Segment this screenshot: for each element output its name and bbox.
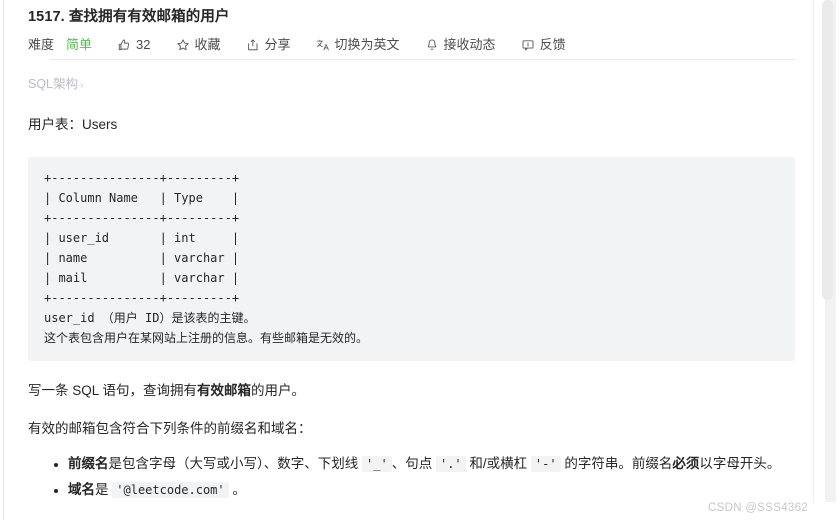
rule-2-lead: 域名: [68, 482, 95, 497]
rule-1-code-dot: '.': [435, 456, 466, 472]
code-line: | Column Name | Type |: [44, 191, 240, 205]
share-icon: [246, 38, 260, 52]
chevron-right-icon: ›: [80, 80, 84, 91]
rule-1-text-d: 的字符串。前缀名: [560, 456, 673, 471]
code-line: | name | varchar |: [44, 251, 240, 265]
vertical-scrollbar-track[interactable]: [822, 0, 836, 502]
watermark: CSDN @SSS4362: [708, 502, 808, 514]
schema-note-line-2: 这个表包含用户在某网站上注册的信息。有些邮箱是无效的。: [44, 331, 369, 345]
schema-note-line-1: user_id （用户 ID）是该表的主键。: [44, 311, 256, 325]
bell-icon: [425, 38, 439, 52]
notify-label: 接收动态: [443, 37, 496, 52]
comment-icon: [521, 38, 535, 52]
rule-2-code-domain: '@leetcode.com': [112, 482, 229, 498]
table-heading-label: 用户表：: [28, 117, 82, 132]
content-right-edge: [813, 0, 814, 502]
feedback-label: 反馈: [539, 37, 566, 52]
schema-code-block: +---------------+---------+ | Column Nam…: [28, 157, 795, 361]
rule-1-bold-tail: 必须: [672, 456, 700, 471]
list-item: 前缀名是包含字母（大写或小写）、数字、下划线 '_'、句点 '.' 和/或横杠 …: [68, 453, 812, 475]
rule-1-lead: 前缀名: [68, 456, 109, 471]
difficulty-label: 难度: [28, 37, 55, 52]
code-line: | mail | varchar |: [44, 271, 240, 285]
share-button[interactable]: 分享: [246, 36, 291, 54]
translate-icon: [316, 38, 330, 52]
vertical-scrollbar-thumb[interactable]: [822, 0, 833, 300]
table-name-value: Users: [82, 117, 118, 132]
problem-body: SQL架构 › 用户表：Users +---------------+------…: [4, 75, 812, 520]
favorite-label: 收藏: [194, 37, 221, 52]
star-icon: [176, 38, 190, 52]
prompt-paragraph: 写一条 SQL 语句，查询拥有有效邮箱的用户。: [28, 380, 812, 401]
thumbs-up-icon: [117, 38, 131, 52]
rules-list: 前缀名是包含字母（大写或小写）、数字、下划线 '_'、句点 '.' 和/或横杠 …: [28, 453, 812, 501]
prompt-post-text: 的用户。: [251, 383, 306, 398]
prompt-pre-text: 写一条 SQL 语句，查询拥有: [28, 383, 198, 398]
difficulty-value: 简单: [66, 37, 93, 52]
like-count: 32: [136, 37, 151, 52]
header-divider: [50, 59, 795, 60]
difficulty-indicator: 难度 简单: [28, 36, 92, 54]
rule-2-text-b: 。: [228, 482, 246, 497]
sql-schema-label: SQL架构: [28, 77, 79, 91]
favorite-button[interactable]: 收藏: [176, 36, 221, 54]
notify-button[interactable]: 接收动态: [425, 36, 496, 54]
code-line: +---------------+---------+: [44, 171, 240, 185]
rule-1-text-c: 和/或横杠: [465, 456, 531, 471]
rule-1-text-a: 是包含字母（大写或小写）、数字、下划线: [108, 456, 363, 471]
table-heading: 用户表：Users: [28, 115, 812, 135]
code-line: | user_id | int |: [44, 231, 240, 245]
page-title: 1517. 查找拥有有效邮箱的用户: [28, 9, 230, 25]
condition-intro: 有效的邮箱包含符合下列条件的前缀名和域名：: [28, 421, 312, 436]
problem-content: 1517. 查找拥有有效邮箱的用户 难度 简单 32 收藏 分享 切换为英文 接…: [4, 0, 812, 520]
like-button[interactable]: 32: [117, 36, 151, 54]
translate-label: 切换为英文: [334, 37, 400, 52]
translate-button[interactable]: 切换为英文: [316, 36, 400, 54]
code-line: +---------------+---------+: [44, 291, 240, 305]
rule-1-code-dash: '-': [530, 456, 561, 472]
feedback-button[interactable]: 反馈: [521, 36, 566, 54]
list-item: 域名是 '@leetcode.com' 。: [68, 479, 812, 501]
problem-toolbar: 难度 简单 32 收藏 分享 切换为英文 接收动态 反馈: [4, 27, 812, 54]
rule-1-text-b: 、句点: [391, 456, 436, 471]
problem-page: 1517. 查找拥有有效邮箱的用户 难度 简单 32 收藏 分享 切换为英文 接…: [0, 0, 839, 520]
sql-schema-link[interactable]: SQL架构 ›: [28, 75, 812, 95]
prompt-bold-text: 有效邮箱: [197, 383, 252, 398]
rule-1-text-e: 以字母开头。: [699, 456, 781, 471]
share-label: 分享: [264, 37, 291, 52]
code-line: +---------------+---------+: [44, 211, 240, 225]
rule-1-code-underscore: '_': [362, 456, 392, 472]
rule-2-text-a: 是: [95, 482, 113, 497]
